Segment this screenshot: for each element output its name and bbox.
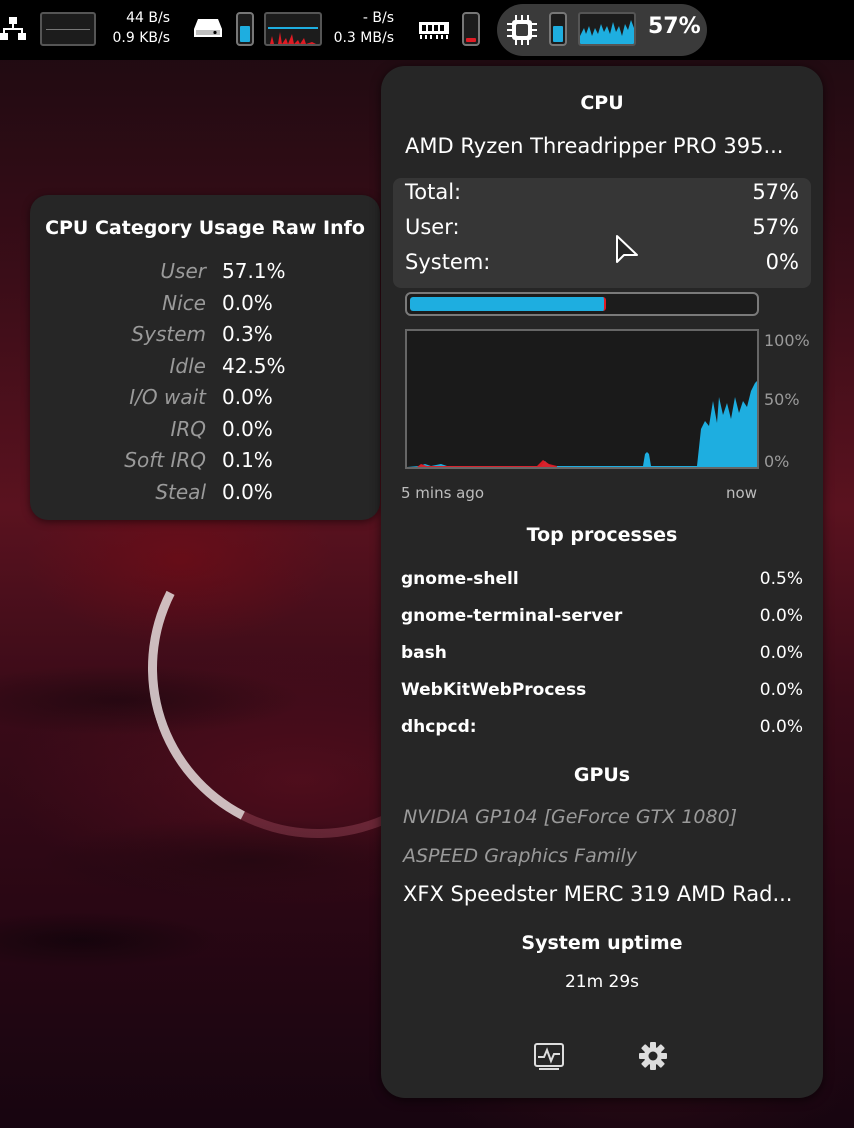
network-download: 0.9 KB/s bbox=[112, 30, 170, 46]
process-percent: 0.0% bbox=[759, 680, 803, 700]
top-bar: 44 B/s 0.9 KB/s - B/s 0.3 MB/s 57% bbox=[0, 0, 854, 60]
gear-icon[interactable] bbox=[633, 1036, 673, 1076]
memory-usage-bar[interactable] bbox=[462, 12, 480, 46]
gpu-item: ASPEED Graphics Family bbox=[403, 845, 638, 867]
raw-key: IRQ bbox=[170, 417, 206, 441]
process-row: WebKitWebProcess 0.0% bbox=[401, 680, 803, 706]
raw-key: Idle bbox=[169, 354, 206, 378]
raw-key: System bbox=[131, 322, 206, 346]
raw-row-steal: Steal 0.0% bbox=[30, 480, 380, 510]
raw-key: Nice bbox=[162, 291, 206, 315]
stat-value: 57% bbox=[752, 215, 799, 239]
process-percent: 0.0% bbox=[759, 643, 803, 663]
cpu-model-name: AMD Ryzen Threadripper PRO 395... bbox=[405, 134, 784, 158]
stat-label: User: bbox=[405, 215, 460, 239]
stat-label: System: bbox=[405, 250, 491, 274]
top-processes-title: Top processes bbox=[526, 524, 678, 546]
graph-time-start: 5 mins ago bbox=[401, 484, 485, 502]
stat-value: 57% bbox=[752, 180, 799, 204]
cpu-percent: 57% bbox=[648, 14, 701, 39]
raw-key: Soft IRQ bbox=[124, 448, 206, 472]
raw-value: 42.5% bbox=[222, 354, 286, 378]
process-name: gnome-shell bbox=[401, 569, 519, 589]
raw-row-system: System 0.3% bbox=[30, 322, 380, 352]
raw-key: Steal bbox=[155, 480, 206, 504]
graph-time-end: now bbox=[726, 484, 757, 502]
process-percent: 0.5% bbox=[759, 569, 803, 589]
cpu-stats[interactable]: Total: 57% User: 57% System: 0% bbox=[393, 178, 811, 288]
disk-icon[interactable] bbox=[193, 17, 223, 39]
stat-value: 0% bbox=[765, 250, 799, 274]
raw-value: 57.1% bbox=[222, 259, 286, 283]
process-name: bash bbox=[401, 643, 447, 663]
raw-key: I/O wait bbox=[129, 385, 206, 409]
process-percent: 0.0% bbox=[759, 606, 803, 626]
raw-row-idle: Idle 42.5% bbox=[30, 354, 380, 384]
stat-user: User: 57% bbox=[405, 215, 799, 247]
process-name: gnome-terminal-server bbox=[401, 606, 623, 626]
popover-title: CPU bbox=[580, 92, 624, 114]
disk-usage-bar[interactable] bbox=[236, 12, 254, 46]
system-monitor-icon[interactable] bbox=[529, 1036, 569, 1076]
cpu-history-graph bbox=[405, 329, 759, 469]
process-row: dhcpcd: 0.0% bbox=[401, 717, 803, 743]
stat-label: Total: bbox=[405, 180, 462, 204]
gpu-item: NVIDIA GP104 [GeForce GTX 1080] bbox=[403, 806, 738, 828]
raw-value: 0.0% bbox=[222, 480, 273, 504]
process-percent: 0.0% bbox=[759, 717, 803, 737]
network-graph[interactable] bbox=[40, 12, 96, 46]
raw-value: 0.0% bbox=[222, 385, 273, 409]
disk-read: - B/s bbox=[362, 10, 394, 26]
uptime-title: System uptime bbox=[521, 932, 683, 954]
raw-row-user: User 57.1% bbox=[30, 259, 380, 289]
mouse-pointer-icon bbox=[616, 235, 638, 263]
cpu-usage-bar bbox=[405, 292, 759, 316]
raw-value: 0.0% bbox=[222, 291, 273, 315]
raw-value: 0.3% bbox=[222, 322, 273, 346]
gpu-item[interactable]: XFX Speedster MERC 319 AMD Rad... bbox=[403, 882, 792, 906]
memory-icon[interactable] bbox=[418, 18, 450, 40]
raw-row-irq: IRQ 0.0% bbox=[30, 417, 380, 447]
raw-info-title: CPU Category Usage Raw Info bbox=[45, 217, 365, 239]
disk-graph[interactable] bbox=[264, 12, 322, 46]
cpu-mini-graph[interactable] bbox=[578, 12, 636, 46]
stat-system: System: 0% bbox=[405, 250, 799, 282]
network-speed[interactable]: 44 B/s 0.9 KB/s bbox=[100, 8, 170, 48]
cpu-chip-icon[interactable] bbox=[506, 14, 538, 46]
process-row: gnome-shell 0.5% bbox=[401, 569, 803, 595]
process-name: WebKitWebProcess bbox=[401, 680, 587, 700]
process-row: bash 0.0% bbox=[401, 643, 803, 669]
graph-label-mid: 50% bbox=[764, 390, 800, 409]
uptime-value: 21m 29s bbox=[564, 972, 640, 992]
stat-total: Total: 57% bbox=[405, 180, 799, 212]
raw-value: 0.0% bbox=[222, 417, 273, 441]
network-upload: 44 B/s bbox=[126, 10, 170, 26]
gpus-title: GPUs bbox=[573, 764, 631, 786]
process-row: gnome-terminal-server 0.0% bbox=[401, 606, 803, 632]
raw-key: User bbox=[160, 259, 206, 283]
process-name: dhcpcd: bbox=[401, 717, 477, 737]
raw-value: 0.1% bbox=[222, 448, 273, 472]
cpu-usage-bar[interactable] bbox=[549, 12, 567, 46]
raw-row-iowait: I/O wait 0.0% bbox=[30, 385, 380, 415]
cpu-popover: CPU AMD Ryzen Threadripper PRO 395... To… bbox=[381, 66, 823, 1098]
graph-label-top: 100% bbox=[764, 331, 810, 350]
raw-row-softirq: Soft IRQ 0.1% bbox=[30, 448, 380, 478]
cpu-raw-info-panel: CPU Category Usage Raw Info User 57.1% N… bbox=[30, 195, 380, 520]
disk-speed[interactable]: - B/s 0.3 MB/s bbox=[322, 8, 394, 48]
graph-label-bottom: 0% bbox=[764, 452, 790, 471]
disk-write: 0.3 MB/s bbox=[333, 30, 394, 46]
raw-row-nice: Nice 0.0% bbox=[30, 291, 380, 321]
network-icon[interactable] bbox=[0, 16, 26, 42]
